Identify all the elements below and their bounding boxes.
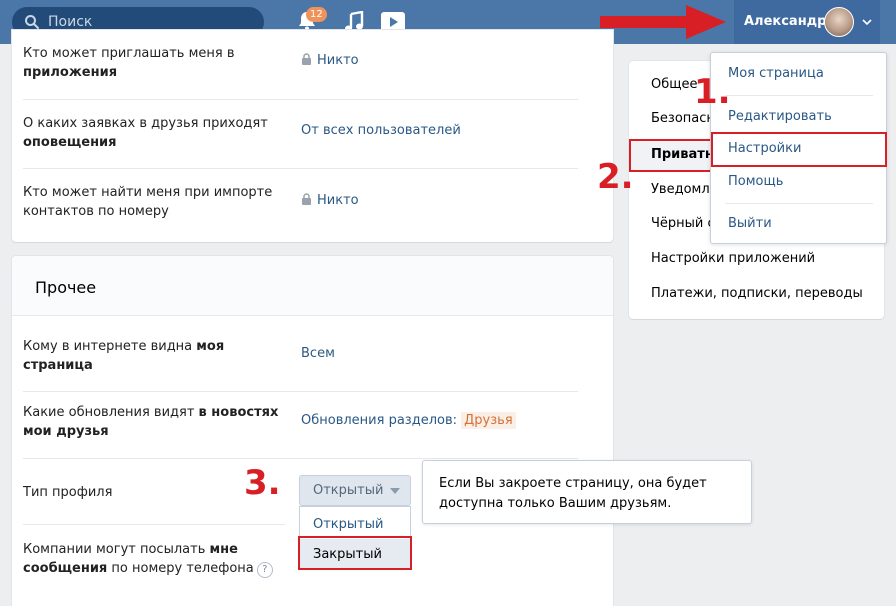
setting-value[interactable]: Никто bbox=[301, 192, 359, 210]
profile-type-select[interactable]: Открытый bbox=[299, 475, 411, 506]
menu-item-logout[interactable]: Выйти bbox=[728, 216, 772, 231]
highlight-privacy bbox=[629, 139, 713, 172]
annotation-step-2: 2. bbox=[597, 157, 634, 197]
tag-friends[interactable]: Друзья bbox=[461, 412, 516, 429]
menu-item-help[interactable]: Помощь bbox=[728, 174, 783, 189]
nav-item-app-settings[interactable]: Настройки приложений bbox=[651, 251, 815, 266]
annotation-step-1: 1. bbox=[694, 72, 731, 112]
menu-item-my-page[interactable]: Моя страница bbox=[728, 66, 824, 81]
option-open[interactable]: Открытый bbox=[300, 509, 410, 539]
avatar bbox=[824, 7, 854, 37]
lock-icon bbox=[302, 193, 311, 205]
divider bbox=[23, 524, 285, 525]
divider bbox=[23, 99, 578, 100]
setting-value[interactable]: Никто bbox=[301, 52, 359, 70]
divider bbox=[23, 168, 578, 169]
nav-item-notifications[interactable]: Уведомления bbox=[651, 182, 711, 197]
setting-label: Кто может приглашать меня в приложения bbox=[23, 46, 235, 80]
setting-label: Кому в интернете видна моя страница bbox=[23, 339, 225, 373]
user-name: Александр bbox=[744, 14, 827, 29]
setting-label: Компании могут посылать мне сообщения по… bbox=[23, 540, 283, 578]
menu-item-edit[interactable]: Редактировать bbox=[728, 109, 832, 124]
annotation-step-3: 3. bbox=[244, 463, 281, 503]
user-menu-toggle[interactable]: Александр bbox=[734, 0, 880, 44]
setting-label: Какие обновления видят в новостях мои др… bbox=[23, 405, 279, 439]
tooltip: Если Вы закроете страницу, она будет дос… bbox=[422, 460, 752, 524]
highlight-closed-option bbox=[298, 536, 412, 570]
setting-label: Кто может найти меня при импорте контакт… bbox=[23, 185, 273, 219]
chevron-down-icon bbox=[862, 19, 872, 26]
notification-badge: 12 bbox=[306, 7, 327, 22]
section-title: Прочее bbox=[35, 278, 97, 297]
setting-row-contact-import: Кто может найти меня при импорте контакт… bbox=[23, 183, 578, 223]
setting-value[interactable]: Обновления разделов: Друзья bbox=[301, 412, 516, 430]
setting-value[interactable]: Всем bbox=[301, 345, 335, 363]
card-header: Прочее bbox=[12, 256, 613, 316]
nav-item-payments[interactable]: Платежи, подписки, переводы bbox=[651, 286, 863, 301]
highlight-settings bbox=[711, 132, 887, 167]
divider bbox=[23, 458, 578, 459]
annotation-arrow-icon bbox=[600, 5, 726, 39]
setting-row-app-invites: Кто может приглашать меня в приложения Н… bbox=[23, 44, 578, 84]
setting-value[interactable]: От всех пользователей bbox=[301, 122, 461, 140]
setting-row-news-updates: Какие обновления видят в новостях мои др… bbox=[23, 403, 578, 443]
nav-item-security[interactable]: Безопасность bbox=[651, 111, 711, 126]
lock-icon bbox=[302, 53, 311, 65]
search-icon bbox=[25, 15, 39, 29]
tooltip-text: Если Вы закроете страницу, она будет дос… bbox=[439, 476, 707, 511]
select-value: Открытый bbox=[313, 483, 384, 498]
setting-row-friend-notifications: О каких заявках в друзья приходят оповещ… bbox=[23, 114, 578, 154]
setting-row-page-visibility: Кому в интернете видна моя страница Всем bbox=[23, 337, 578, 377]
chevron-down-icon bbox=[390, 488, 400, 494]
menu-divider bbox=[725, 203, 873, 204]
help-icon[interactable]: ? bbox=[256, 562, 273, 578]
divider bbox=[23, 391, 578, 392]
setting-label: О каких заявках в друзья приходят оповещ… bbox=[23, 116, 268, 150]
nav-item-blacklist[interactable]: Чёрный список bbox=[651, 216, 711, 231]
menu-divider bbox=[725, 95, 873, 96]
